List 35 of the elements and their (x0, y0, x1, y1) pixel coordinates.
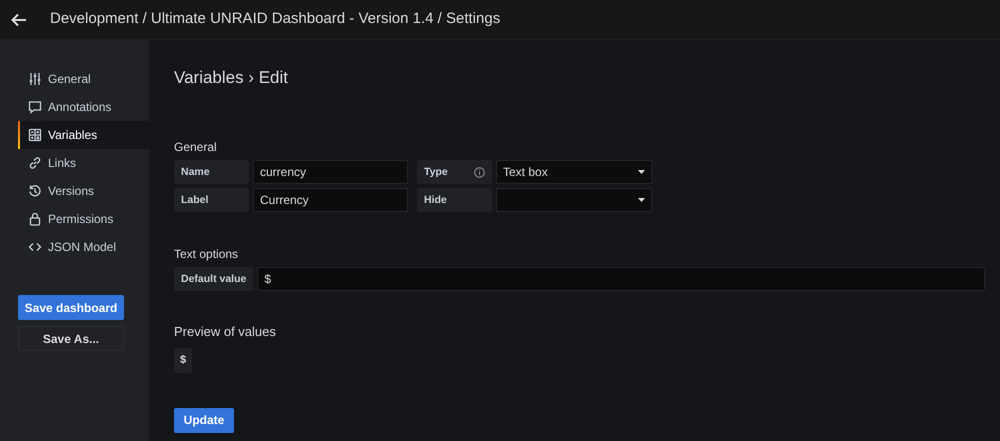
calculator-icon (28, 128, 42, 142)
sidebar-item[interactable]: Annotations (18, 93, 149, 121)
field-label: Label (174, 188, 249, 212)
section-heading: Preview of values (174, 323, 277, 342)
sidebar-item[interactable]: Permissions (18, 205, 149, 233)
text-field[interactable]: Currency (253, 188, 408, 212)
sidebar-item[interactable]: Variables (18, 121, 149, 149)
save-as-button[interactable]: Save As... (18, 326, 124, 351)
field-label: Hide (417, 188, 492, 212)
update-button[interactable]: Update (174, 408, 234, 433)
comment-icon (28, 100, 42, 114)
section-heading: General (174, 139, 218, 156)
sliders-icon (28, 72, 42, 86)
field-label: Default value (174, 267, 254, 292)
lock-icon (28, 212, 42, 226)
link-icon (28, 156, 42, 170)
page-title: Variables › Edit (174, 68, 290, 88)
field-label: Name (174, 160, 249, 184)
text-field[interactable]: currency (253, 160, 408, 184)
save-dashboard-button[interactable]: Save dashboard (18, 295, 124, 320)
select-dropdown[interactable]: Text box (496, 160, 652, 184)
preview-value-tag: $ (174, 348, 192, 373)
caret-icon (638, 198, 645, 202)
sidebar-item[interactable]: JSON Model (18, 233, 149, 261)
field-label: Type (424, 164, 448, 180)
info-icon[interactable] (474, 166, 485, 178)
sidebar-item[interactable]: Links (18, 149, 149, 177)
sidebar-item[interactable]: Versions (18, 177, 149, 205)
breadcrumb-title: Development / Ultimate UNRAID Dashboard - Version 1.4 / Settings (50, 9, 500, 30)
text-field[interactable]: $ (257, 267, 985, 292)
caret-icon (638, 170, 645, 174)
sidebar-item[interactable]: General (18, 65, 149, 93)
history-icon (28, 184, 42, 198)
section-heading: Text options (174, 246, 240, 264)
back-arrow-icon[interactable] (11, 12, 27, 26)
